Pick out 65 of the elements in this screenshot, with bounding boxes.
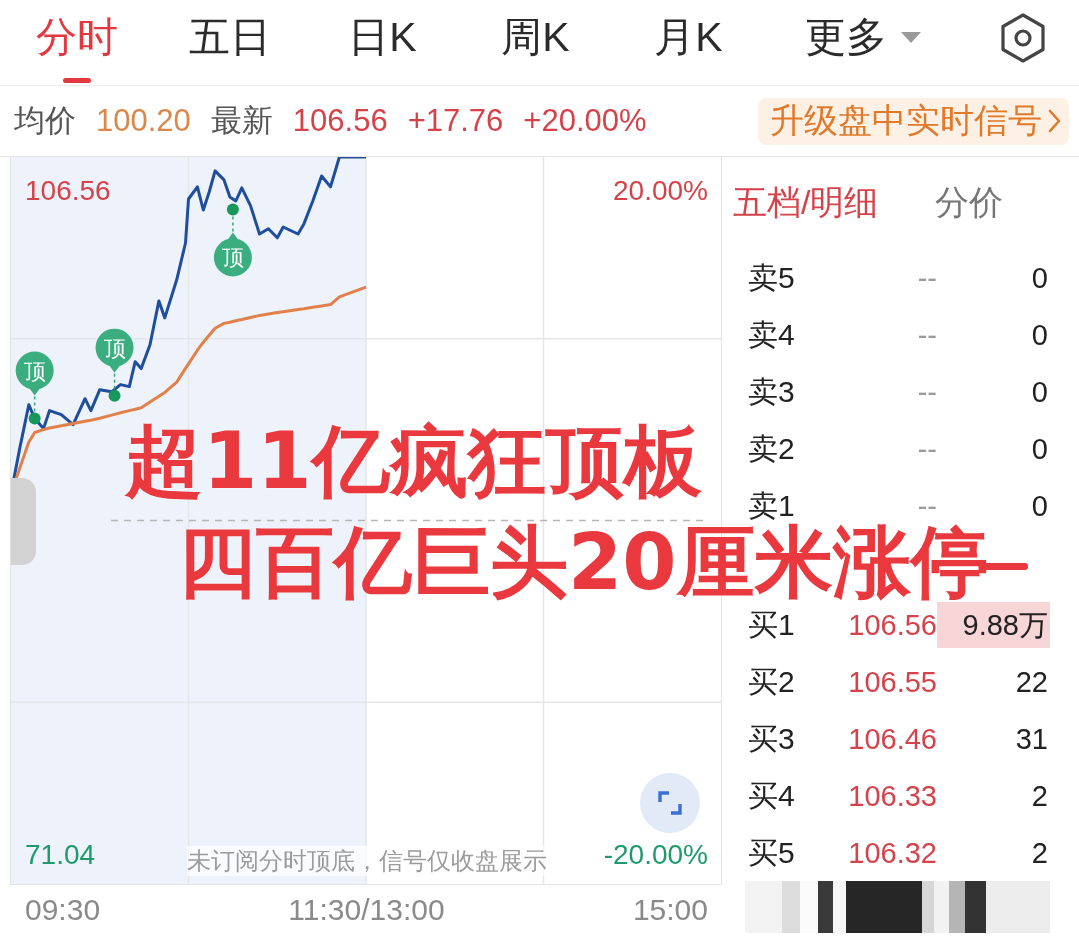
time-axis-label: 11:30/13:00 <box>288 893 445 927</box>
price-change: +17.76 <box>407 103 504 139</box>
signal-dot-icon <box>108 389 121 402</box>
order-volume: 2 <box>1030 835 1049 871</box>
order-price: 106.33 <box>848 780 937 811</box>
order-level-label: 卖1 <box>748 490 796 521</box>
leader-line <box>113 372 116 390</box>
order-volume: 31 <box>1014 721 1049 757</box>
percent-axis-label: 20.00% <box>613 175 708 207</box>
order-price: 106.46 <box>848 723 937 754</box>
price-axis-label: 71.04 <box>25 839 96 871</box>
latest-price-label: 最新 <box>210 102 273 140</box>
settings-icon[interactable] <box>1000 12 1046 63</box>
order-level-label: 卖4 <box>748 319 796 350</box>
headline-text: 四百亿巨头20厘米涨停 <box>178 522 989 602</box>
signal-dot-icon <box>226 203 239 216</box>
order-level-label: 卖5 <box>748 262 796 293</box>
leader-line <box>232 215 234 233</box>
order-price: 106.32 <box>848 837 937 868</box>
signal-notice: 未订阅分时顶底，信号仅收盘展示 <box>187 846 547 876</box>
order-book-tab[interactable]: 五档/明细 <box>733 180 879 226</box>
order-price: -- <box>917 262 937 293</box>
order-price: -- <box>917 376 937 407</box>
order-book-tab[interactable]: 分价 <box>935 180 1004 226</box>
fullscreen-icon[interactable] <box>640 773 700 833</box>
order-level-label: 买2 <box>748 666 796 697</box>
chevron-right-icon <box>1048 109 1061 133</box>
order-volume: 0 <box>1030 431 1049 467</box>
order-volume: 0 <box>1030 374 1049 410</box>
order-level-label: 买1 <box>748 609 796 640</box>
average-price-value: 100.20 <box>96 103 191 139</box>
time-axis-label: 15:00 <box>632 893 708 927</box>
order-volume: 9.88万 <box>937 601 1050 648</box>
signal-dot-icon <box>28 412 41 425</box>
order-level-label: 买5 <box>748 837 796 868</box>
order-price: 106.56 <box>848 609 937 640</box>
percent-axis-label: -20.00% <box>603 839 708 871</box>
side-handle[interactable] <box>11 478 36 565</box>
order-volume: 0 <box>1030 260 1049 296</box>
price-axis-label: 106.56 <box>25 175 111 207</box>
chart-tab[interactable]: 日K <box>306 0 459 85</box>
headline-text: 超11亿疯狂顶板 <box>125 421 702 501</box>
order-level-label: 买3 <box>748 723 796 754</box>
chart-tab[interactable]: 五日 <box>153 0 306 85</box>
caret-down-icon <box>900 32 921 43</box>
order-price: -- <box>917 319 937 350</box>
average-price-label: 均价 <box>14 102 76 140</box>
chart-tab[interactable]: 周K <box>459 0 612 85</box>
order-volume: 22 <box>1014 664 1049 700</box>
price-change-percent: +20.00% <box>523 103 647 139</box>
order-volume: 0 <box>1030 488 1049 524</box>
latest-price-value: 106.56 <box>292 103 388 139</box>
order-level-label: 卖3 <box>748 376 796 407</box>
leader-line <box>33 395 36 413</box>
order-volume: 2 <box>1030 778 1049 814</box>
order-level-label: 买4 <box>748 780 796 811</box>
order-level-label: 卖2 <box>748 433 796 464</box>
chart-tab[interactable]: 月K <box>612 0 765 85</box>
order-price: -- <box>917 490 937 521</box>
order-price: -- <box>917 433 937 464</box>
time-axis-label: 09:30 <box>25 893 101 927</box>
chart-tab[interactable]: 更多 <box>765 0 960 85</box>
order-price: 106.55 <box>848 666 937 697</box>
chart-tab[interactable]: 分时 <box>0 0 153 85</box>
order-volume: 0 <box>1030 317 1049 353</box>
